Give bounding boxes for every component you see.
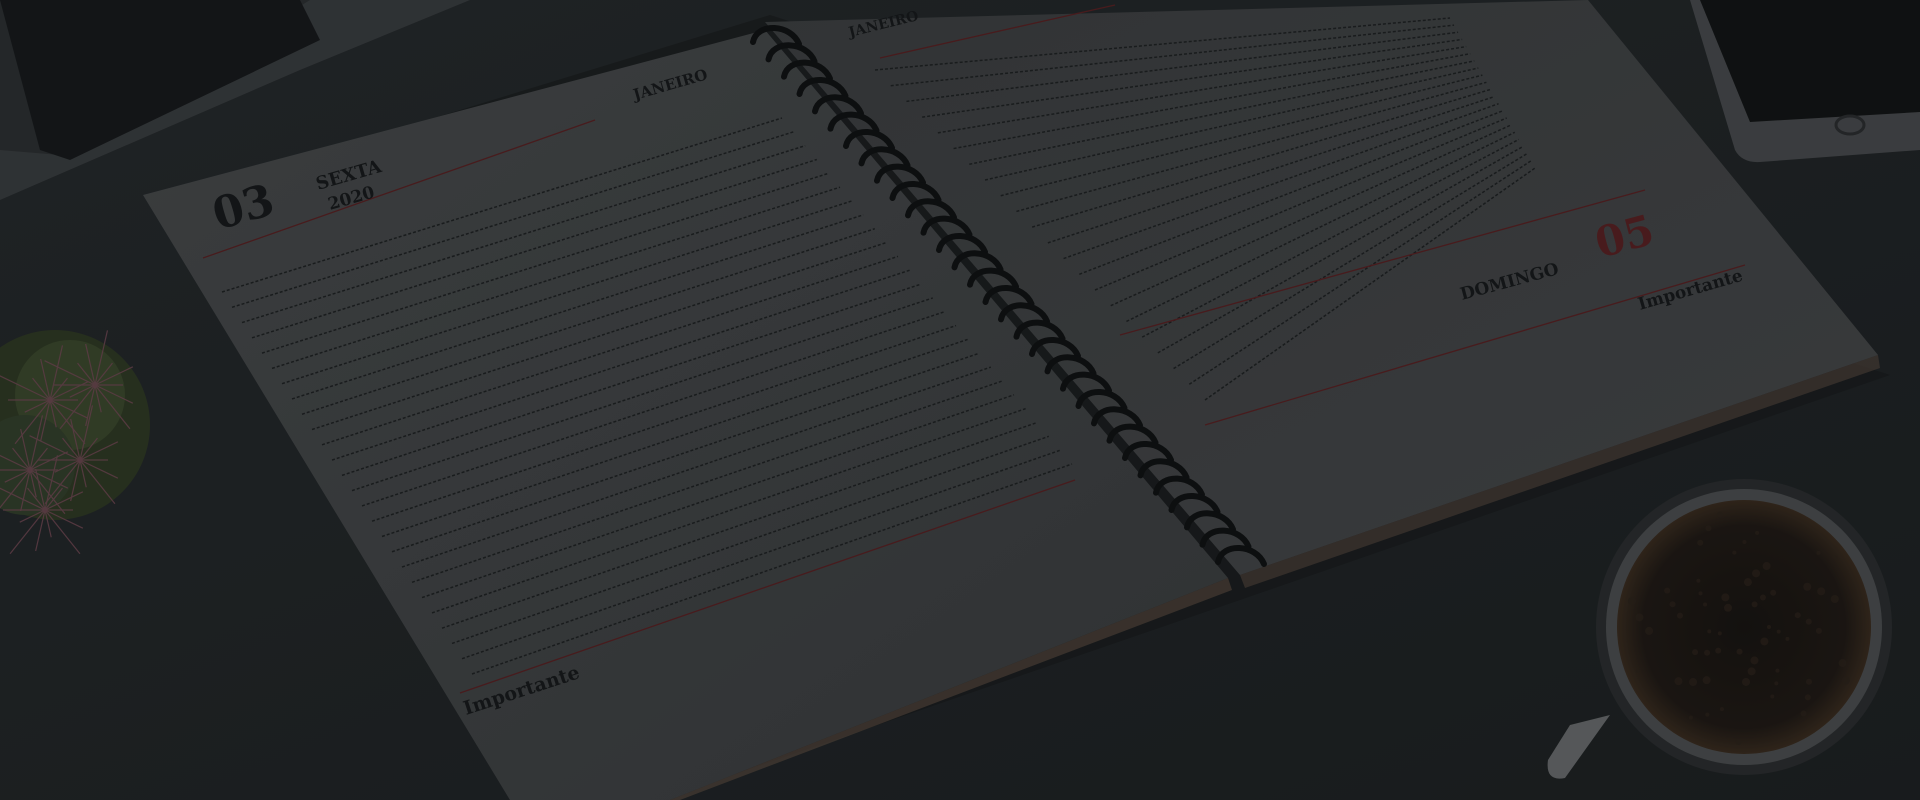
coffee-foam-bubble	[1635, 668, 1640, 673]
coffee-foam-bubble	[1817, 587, 1826, 596]
coffee-foam-bubble	[1702, 676, 1711, 685]
coffee-foam-bubble	[1704, 649, 1711, 656]
coffee-foam-bubble	[1696, 578, 1701, 583]
coffee-foam-bubble	[1697, 539, 1704, 546]
coffee-foam-bubble	[1688, 715, 1693, 720]
coffee-foam-bubble	[1692, 649, 1699, 656]
coffee-foam-bubble	[1804, 694, 1811, 701]
coffee-foam-bubble	[1816, 550, 1821, 555]
coffee-foam-bubble	[1736, 648, 1743, 655]
coffee-foam-bubble	[1717, 631, 1722, 636]
coffee-foam-bubble	[1755, 530, 1760, 535]
coffee-foam-bubble	[1743, 578, 1752, 587]
coffee-foam-bubble	[1830, 594, 1839, 603]
coffee-foam-bubble	[1721, 593, 1730, 602]
coffee-foam-bubble	[1775, 668, 1780, 673]
coffee-foam-bubble	[1742, 677, 1751, 686]
coffee-foam-bubble	[1751, 601, 1758, 608]
coffee-foam-bubble	[1732, 550, 1737, 555]
coffee-foam-bubble	[1838, 659, 1847, 668]
coffee-foam-bubble	[1674, 677, 1683, 686]
coffee-foam-bubble	[1770, 589, 1777, 596]
coffee-foam-bubble	[1705, 712, 1710, 717]
coffee-foam-bubble	[1742, 540, 1747, 545]
coffee-foam-bubble	[1715, 647, 1722, 654]
coffee-foam-bubble	[1705, 525, 1712, 532]
coffee-foam-bubble	[1707, 629, 1712, 634]
coffee-foam-bubble	[1689, 678, 1698, 687]
coffee-foam-bubble	[1698, 591, 1703, 596]
coffee-foam-bubble	[1635, 613, 1644, 622]
coffee-foam-bubble	[1803, 582, 1812, 591]
coffee-foam-bubble	[1833, 555, 1838, 560]
coffee-foam-bubble	[1770, 694, 1775, 699]
coffee-foam-bubble	[1759, 594, 1766, 601]
coffee-foam-bubble	[1676, 612, 1683, 619]
coffee-foam-bubble	[1762, 562, 1771, 571]
coffee-foam-bubble	[1815, 627, 1822, 634]
coffee-foam-bubble	[1760, 637, 1769, 646]
coffee-foam-bubble	[1805, 678, 1812, 685]
coffee-foam-bubble	[1785, 636, 1790, 641]
coffee-foam-bubble	[1805, 618, 1812, 625]
coffee-foam-bubble	[1800, 710, 1807, 717]
coffee-foam-bubble	[1767, 625, 1771, 629]
coffee-foam-bubble	[1627, 597, 1636, 606]
coffee-foam-bubble	[1664, 587, 1671, 594]
coffee-foam-bubble	[1776, 629, 1781, 634]
coffee-foam-bubble	[1645, 626, 1654, 635]
coffee-foam-bubble	[1752, 569, 1761, 578]
coffee-foam-bubble	[1774, 681, 1779, 686]
coffee-foam-bubble	[1723, 603, 1732, 612]
coffee-foam-bubble	[1747, 667, 1756, 676]
coffee-foam-bubble	[1794, 612, 1801, 619]
coffee-foam-bubble	[1719, 707, 1724, 712]
coffee-foam-bubble	[1841, 676, 1850, 685]
coffee-foam-bubble	[1669, 601, 1676, 608]
desk-scene: 03 SEXTA 2020 JANEIRO Importante JANEIRO…	[0, 0, 1920, 800]
coffee-foam-bubble	[1750, 656, 1759, 665]
coffee-foam-bubble	[1735, 738, 1742, 745]
coffee-foam-bubble	[1703, 602, 1708, 607]
coffee-foam-bubble	[1716, 511, 1723, 518]
